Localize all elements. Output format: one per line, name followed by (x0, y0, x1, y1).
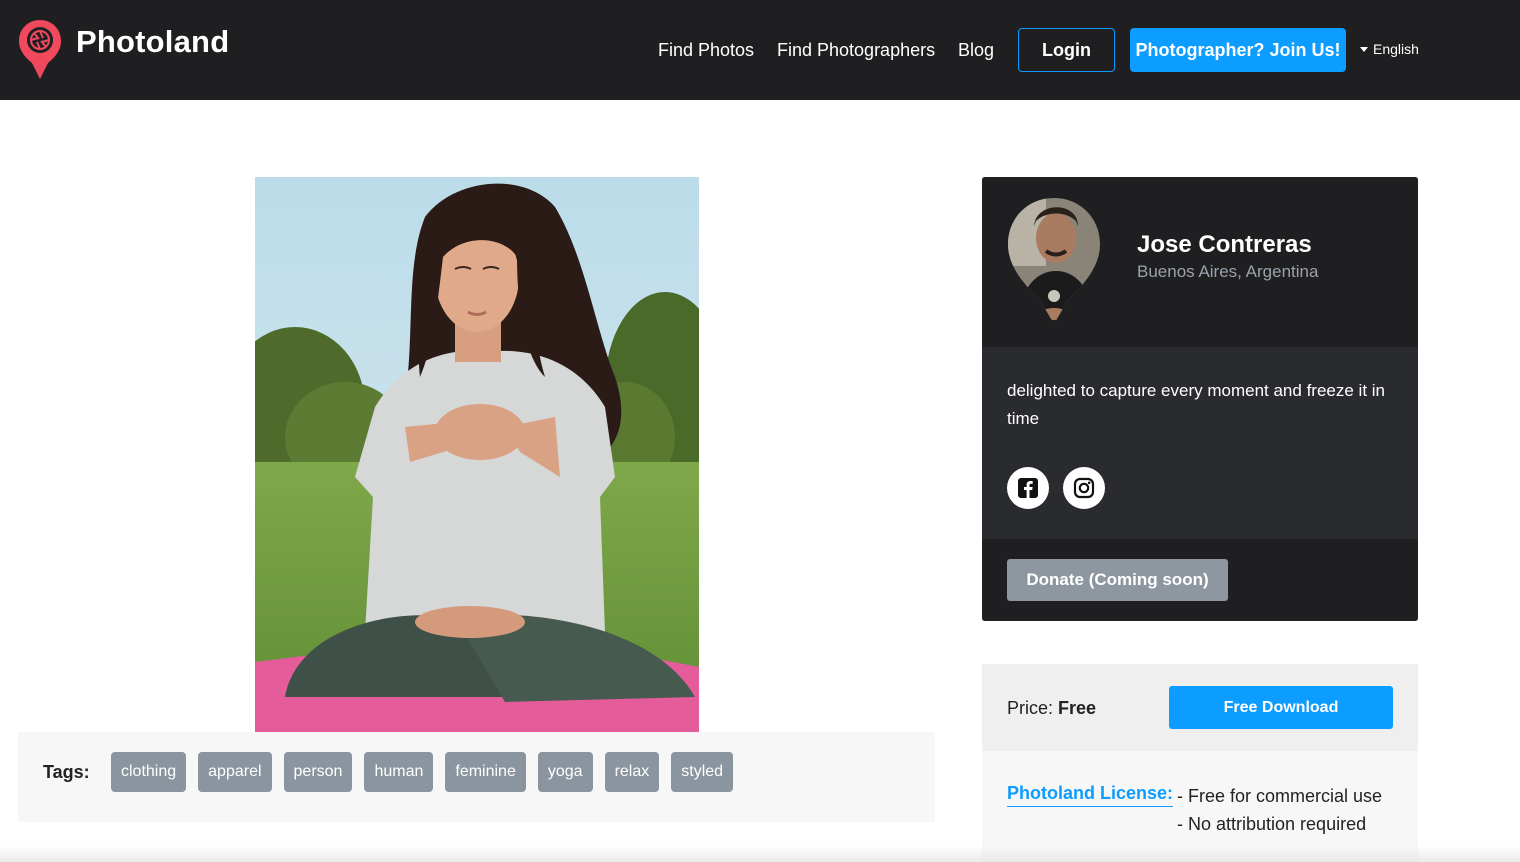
photographer-header: Jose Contreras Buenos Aires, Argentina (982, 177, 1418, 347)
tag-chip[interactable]: clothing (111, 752, 187, 792)
language-label: English (1373, 41, 1419, 57)
photographer-bio-section: delighted to capture every moment and fr… (982, 347, 1418, 539)
pricing-panel: Price: Free Free Download Photoland Lice… (982, 664, 1418, 862)
photographer-location: Buenos Aires, Argentina (1137, 262, 1319, 281)
free-download-button[interactable]: Free Download (1169, 686, 1393, 729)
facebook-icon (1018, 478, 1038, 498)
donate-button[interactable]: Donate (Coming soon) (1007, 559, 1228, 601)
price-label: Price: (1007, 698, 1054, 718)
photographer-avatar[interactable] (1006, 196, 1102, 326)
photoland-logo[interactable]: Photoland (18, 18, 229, 80)
price-value: Free (1058, 698, 1097, 718)
price-text: Price: Free (1007, 698, 1096, 719)
photographer-bio: delighted to capture every moment and fr… (1007, 381, 1385, 428)
license-terms: - Free for commercial use - No attributi… (1177, 782, 1382, 838)
login-button[interactable]: Login (1018, 28, 1115, 72)
caret-down-icon (1360, 46, 1368, 52)
nav-find-photos[interactable]: Find Photos (658, 28, 754, 72)
tag-chip[interactable]: feminine (445, 752, 526, 792)
language-selector[interactable]: English (1360, 41, 1419, 57)
instagram-icon (1073, 477, 1095, 499)
nav-find-photographers[interactable]: Find Photographers (777, 28, 935, 72)
photographer-name[interactable]: Jose Contreras (1137, 231, 1312, 259)
instagram-link[interactable] (1063, 467, 1105, 509)
photoland-pin-logo-icon (18, 18, 62, 80)
join-photographer-button[interactable]: Photographer? Join Us! (1130, 28, 1346, 72)
tag-chip[interactable]: person (283, 752, 353, 792)
tag-chip[interactable]: styled (671, 752, 734, 792)
price-row: Price: Free Free Download (982, 664, 1418, 751)
tag-chip[interactable]: human (364, 752, 434, 792)
license-term: - Free for commercial use (1177, 786, 1383, 806)
brand-name: Photoland (76, 24, 230, 59)
license-link[interactable]: Photoland License: (1007, 783, 1174, 807)
top-navigation-bar: Photoland Find Photos Find Photographers… (0, 0, 1520, 100)
tags-bar: Tags: clothing apparel person human femi… (18, 732, 935, 822)
main-photo[interactable] (255, 177, 699, 732)
donate-section: Donate (Coming soon) (982, 539, 1418, 621)
tag-list: clothing apparel person human feminine y… (111, 752, 734, 792)
photographer-card: Jose Contreras Buenos Aires, Argentina d… (982, 177, 1418, 621)
tags-label: Tags: (43, 762, 90, 782)
nav-blog[interactable]: Blog (958, 28, 994, 72)
license-term: - No attribution required (1177, 814, 1367, 834)
tag-chip[interactable]: yoga (537, 752, 593, 792)
tag-chip[interactable]: apparel (198, 752, 272, 792)
tag-chip[interactable]: relax (604, 752, 660, 792)
facebook-link[interactable] (1007, 467, 1049, 509)
